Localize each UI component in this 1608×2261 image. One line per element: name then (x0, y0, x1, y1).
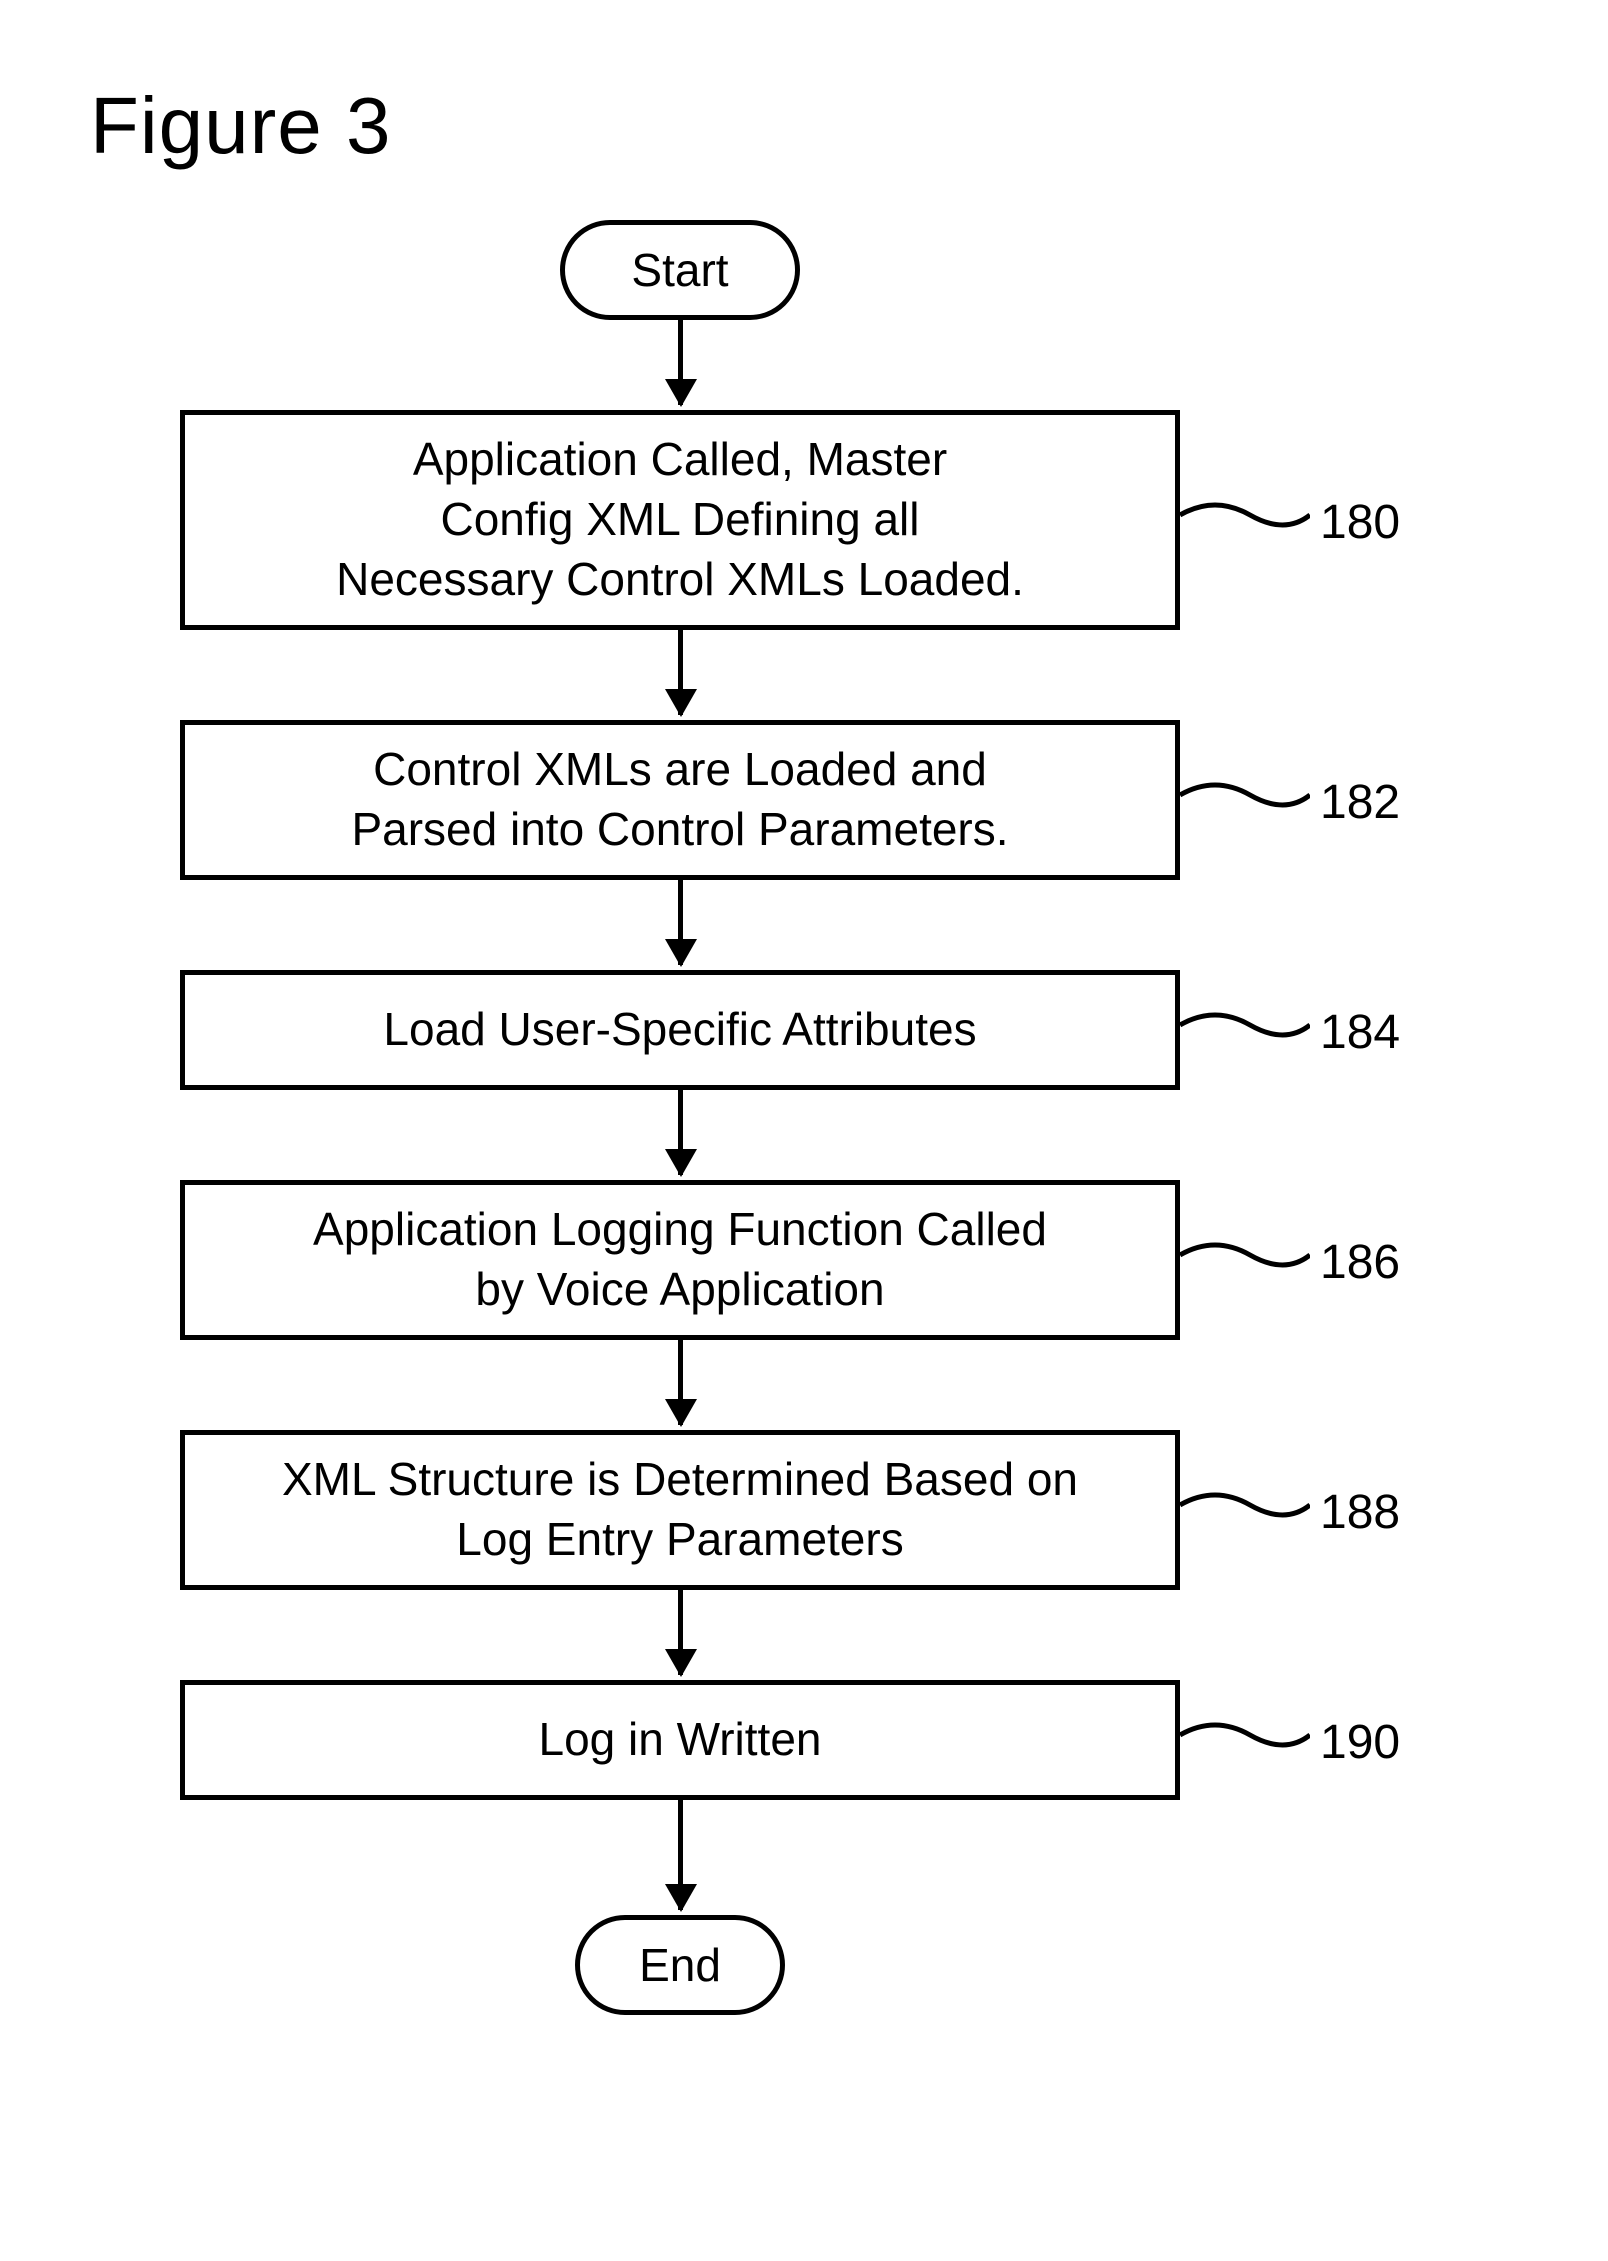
process-step-184: Load User-Specific Attributes (180, 970, 1180, 1090)
process-text: Application Called, Master Config XML De… (336, 430, 1024, 609)
process-step-188: XML Structure is Determined Based on Log… (180, 1430, 1180, 1590)
process-step-180: Application Called, Master Config XML De… (180, 410, 1180, 630)
arrow (678, 320, 683, 405)
ref-label-180: 180 (1320, 495, 1400, 550)
arrow (678, 1590, 683, 1675)
ref-label-188: 188 (1320, 1485, 1400, 1540)
process-text: Load User-Specific Attributes (383, 1000, 976, 1060)
leader-line (1180, 1505, 1310, 1510)
flowchart-canvas: Figure 3 Start Application Called, Maste… (0, 0, 1608, 2261)
ref-label-190: 190 (1320, 1715, 1400, 1770)
process-text: Application Logging Function Called by V… (313, 1200, 1047, 1320)
arrow (678, 630, 683, 715)
arrow (678, 1090, 683, 1175)
process-text: Control XMLs are Loaded and Parsed into … (351, 740, 1008, 860)
process-step-190: Log in Written (180, 1680, 1180, 1800)
arrow (678, 1340, 683, 1425)
process-text: XML Structure is Determined Based on Log… (282, 1450, 1078, 1570)
leader-line (1180, 1255, 1310, 1260)
figure-title: Figure 3 (90, 80, 391, 172)
terminator-start: Start (560, 220, 800, 320)
process-step-186: Application Logging Function Called by V… (180, 1180, 1180, 1340)
ref-label-184: 184 (1320, 1005, 1400, 1060)
leader-line (1180, 1735, 1310, 1740)
arrow (678, 880, 683, 965)
leader-line (1180, 515, 1310, 520)
leader-line (1180, 795, 1310, 800)
leader-line (1180, 1025, 1310, 1030)
process-text: Log in Written (539, 1710, 822, 1770)
ref-label-182: 182 (1320, 775, 1400, 830)
process-step-182: Control XMLs are Loaded and Parsed into … (180, 720, 1180, 880)
ref-label-186: 186 (1320, 1235, 1400, 1290)
arrow (678, 1800, 683, 1910)
terminator-end: End (575, 1915, 785, 2015)
